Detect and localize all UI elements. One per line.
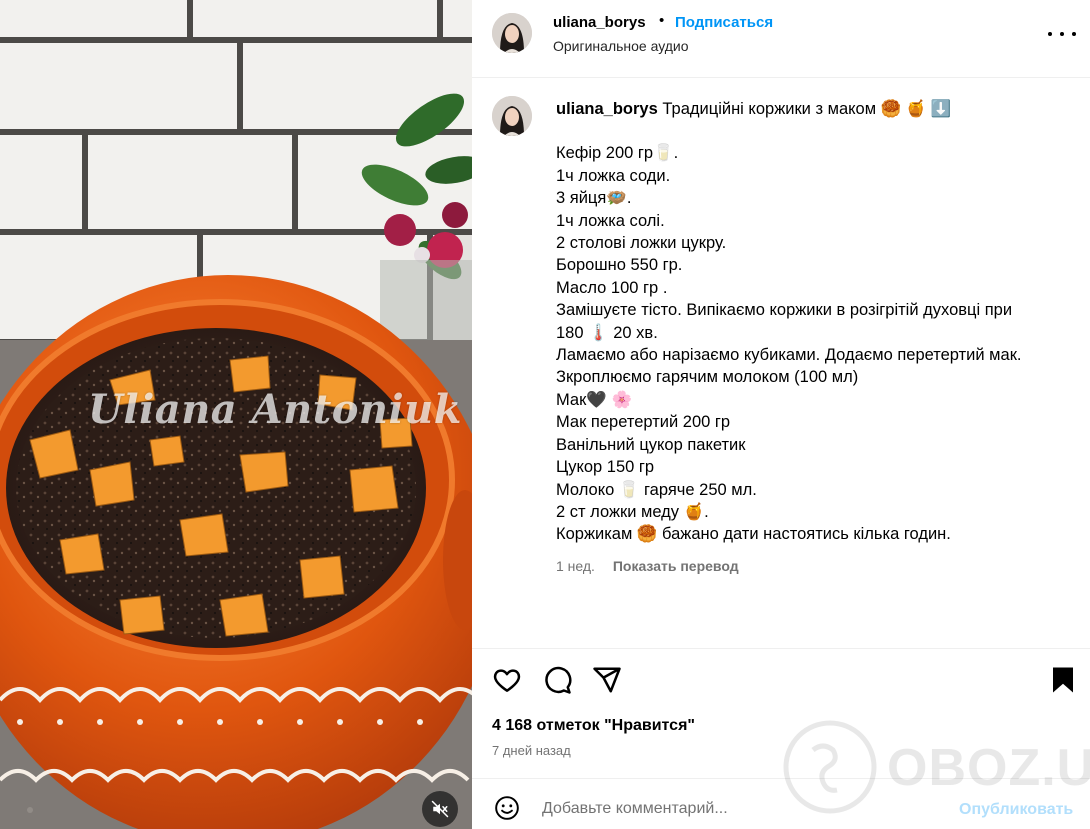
recipe-line: 2 столові ложки цукру. [556,234,727,253]
comment-icon[interactable] [542,665,572,695]
caption-meta: 1 нед. Показать перевод [556,558,739,574]
video-watermark: Uliana Antoniuk [88,386,462,433]
post-caption: uliana_borys Традиційні коржики з маком … [472,78,1090,648]
recipe-line: Масло 100 гр . [556,278,668,297]
likes-count[interactable]: 4 168 отметок "Нравится" [492,717,695,735]
comment-input[interactable] [542,797,942,821]
recipe-line: 2 ст ложки меду 🍯. [556,502,709,521]
recipe-line: 3 яйця🪺. [556,189,632,208]
recipe-line: Цукор 150 гр [556,458,655,477]
avatar[interactable] [492,96,532,136]
author-username[interactable]: uliana_borys [553,14,646,31]
publish-button[interactable]: Опубликовать [959,801,1073,819]
post-media[interactable]: Uliana Antoniuk [0,0,472,829]
comment-box: Опубликовать [472,778,1090,829]
recipe-line: Борошно 550 гр. [556,256,683,275]
caption-text: uliana_borys Традиційні коржики з маком … [556,98,1076,546]
recipe-line: Мак перетертий 200 гр [556,413,731,432]
recipe-line: Коржикам 🥮 бажано дати настоятись кілька… [556,525,951,544]
avatar[interactable] [492,13,532,53]
bookmark-icon[interactable] [1048,665,1078,695]
caption-title: Традиційні коржики з маком 🥮 🍯 ⬇️ [662,100,952,118]
caption-username[interactable]: uliana_borys [556,100,658,118]
audio-link[interactable]: Оригинальное аудио [553,38,689,54]
recipe-line: 1ч ложка солі. [556,211,665,230]
recipe-line: 180 🌡️ 20 хв. [556,323,658,342]
translate-button[interactable]: Показать перевод [613,558,739,574]
recipe-line: Молоко 🥛 гаряче 250 мл. [556,480,757,499]
post-header: uliana_borys • Подписаться Оригинальное … [472,0,1090,78]
post-actions: 4 168 отметок "Нравится" 7 дней назад [472,648,1090,778]
post-date[interactable]: 7 дней назад [492,743,571,758]
mute-button[interactable] [422,791,458,827]
recipe-line: Замішуєте тісто. Випікаємо коржики в роз… [556,301,1013,320]
recipe-line: Ванільний цукор пакетик [556,435,746,454]
share-icon[interactable] [592,665,622,695]
post-panel: uliana_borys • Подписаться Оригинальное … [472,0,1090,829]
follow-button[interactable]: Подписаться [675,14,773,31]
recipe-line: 1ч ложка соди. [556,166,671,185]
recipe-lines: Кефір 200 гр🥛. 1ч ложка соди. 3 яйця🪺. 1… [556,142,1076,545]
recipe-line: Кефір 200 гр🥛. [556,144,679,163]
caption-time[interactable]: 1 нед. [556,558,595,574]
recipe-line: Мак🖤 🌸 [556,390,632,409]
recipe-line: Ламаємо або нарізаємо кубиками. Додаємо … [556,346,1022,365]
header-separator: • [659,12,665,29]
recipe-line: Зкроплюємо гарячим молоком (100 мл) [556,368,859,387]
more-options-icon[interactable] [1048,24,1076,44]
heart-icon[interactable] [492,665,522,695]
speaker-muted-icon [431,800,449,818]
emoji-icon[interactable] [494,795,520,821]
